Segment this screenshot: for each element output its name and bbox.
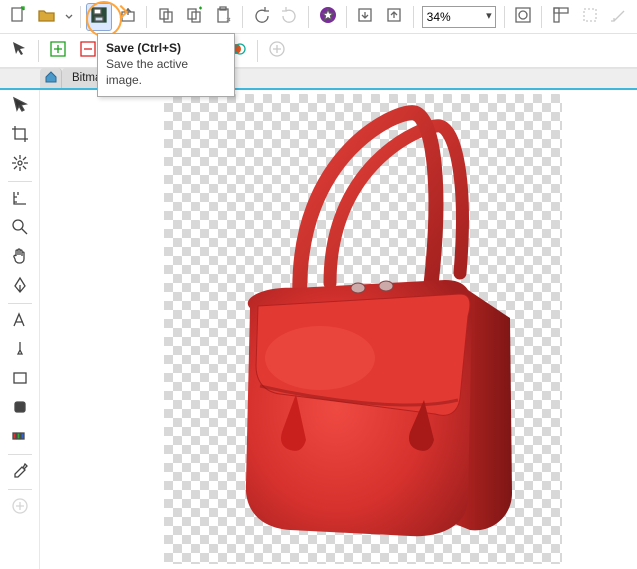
zoom-tool-icon xyxy=(11,218,29,239)
separator xyxy=(346,6,347,28)
pen-tool[interactable] xyxy=(5,272,35,300)
zoom-tool[interactable] xyxy=(5,214,35,242)
import-to-canvas-icon xyxy=(356,6,374,27)
save-tooltip: Save (Ctrl+S) Save the active image. xyxy=(97,33,235,97)
crop-tool[interactable] xyxy=(5,121,35,149)
canvas-subject xyxy=(210,98,540,558)
export-from-canvas-icon xyxy=(385,6,403,27)
tooltip-body: Save the active image. xyxy=(106,56,226,88)
main-area xyxy=(0,90,637,569)
separator xyxy=(308,6,309,28)
pan-tool-icon xyxy=(11,247,29,268)
brush-tool-icon xyxy=(11,340,29,361)
add-node-icon xyxy=(268,40,286,61)
new-layer-icon xyxy=(49,40,67,61)
home-tab[interactable] xyxy=(40,68,62,88)
eyedropper-tool-icon xyxy=(11,462,29,483)
view-mask-icon xyxy=(514,6,532,27)
undo-icon xyxy=(252,6,270,27)
main-toolbar xyxy=(0,0,637,34)
undo-button[interactable] xyxy=(248,3,275,31)
arrow-tool-icon xyxy=(11,96,29,117)
document-tabstrip: Bitmap* + xyxy=(0,68,637,90)
separator xyxy=(541,6,542,28)
enhance-button[interactable] xyxy=(314,3,341,31)
paste-new-button[interactable] xyxy=(210,3,237,31)
separator xyxy=(8,303,32,304)
export-from-canvas-button[interactable] xyxy=(381,3,408,31)
eyedropper-tool[interactable] xyxy=(5,458,35,486)
new-document-button[interactable] xyxy=(5,3,32,31)
new-layer-button[interactable] xyxy=(44,37,72,65)
save-button[interactable] xyxy=(86,3,113,31)
separator xyxy=(257,40,258,62)
heal-tool-icon xyxy=(11,154,29,175)
redo-icon xyxy=(281,6,299,27)
add-tool-icon xyxy=(11,497,29,518)
open-dropdown-icon[interactable] xyxy=(63,3,75,31)
text-tool-icon xyxy=(11,311,29,332)
star-circle-icon xyxy=(319,6,337,27)
delete-layer-icon xyxy=(79,40,97,61)
separator xyxy=(413,6,414,28)
heal-tool[interactable] xyxy=(5,150,35,178)
separator xyxy=(8,489,32,490)
pan-tool[interactable] xyxy=(5,243,35,271)
zoom-input[interactable] xyxy=(422,6,496,28)
add-node-button[interactable] xyxy=(263,37,291,65)
copy-new-button[interactable] xyxy=(181,3,208,31)
copy-button[interactable] xyxy=(152,3,179,31)
export-button[interactable] xyxy=(114,3,141,31)
pen-tool-icon xyxy=(11,276,29,297)
copy-icon xyxy=(157,6,175,27)
eraser-tool[interactable] xyxy=(5,394,35,422)
open-folder-icon xyxy=(38,6,56,27)
separator xyxy=(146,6,147,28)
save-icon xyxy=(90,6,108,27)
copy-new-icon xyxy=(185,6,203,27)
secondary-toolbar xyxy=(0,34,637,68)
canvas-area[interactable] xyxy=(40,90,637,569)
tools-sidebar xyxy=(0,90,40,569)
tooltip-title: Save (Ctrl+S) xyxy=(106,40,226,56)
separator xyxy=(504,6,505,28)
snap-grid-button[interactable] xyxy=(576,3,603,31)
color-sample-tool[interactable] xyxy=(5,423,35,451)
pointer-button[interactable] xyxy=(5,37,33,65)
new-document-icon xyxy=(9,6,27,27)
open-button[interactable] xyxy=(34,3,61,31)
eraser-tool-icon xyxy=(11,398,29,419)
text-tool[interactable] xyxy=(5,307,35,335)
separator xyxy=(8,454,32,455)
color-sample-icon xyxy=(11,427,29,448)
add-tool-button[interactable] xyxy=(5,493,35,521)
rect-tool-icon xyxy=(11,369,29,390)
separator xyxy=(242,6,243,28)
arrow-tool[interactable] xyxy=(5,92,35,120)
snap-guides-icon xyxy=(609,6,627,27)
straighten-tool-icon xyxy=(11,189,29,210)
separator xyxy=(8,181,32,182)
paste-new-icon xyxy=(214,6,232,27)
crop-tool-icon xyxy=(11,125,29,146)
straighten-tool[interactable] xyxy=(5,185,35,213)
pointer-icon xyxy=(10,40,28,61)
rect-tool[interactable] xyxy=(5,365,35,393)
snap-guides-button[interactable] xyxy=(605,3,632,31)
snap-grid-icon xyxy=(581,6,599,27)
home-icon xyxy=(45,71,57,86)
import-to-canvas-button[interactable] xyxy=(352,3,379,31)
rulers-button[interactable] xyxy=(547,3,574,31)
brush-tool[interactable] xyxy=(5,336,35,364)
redo-button[interactable] xyxy=(276,3,303,31)
separator xyxy=(80,6,81,28)
separator xyxy=(38,40,39,62)
export-icon xyxy=(119,6,137,27)
rulers-icon xyxy=(552,6,570,27)
view-mask-button[interactable] xyxy=(510,3,537,31)
